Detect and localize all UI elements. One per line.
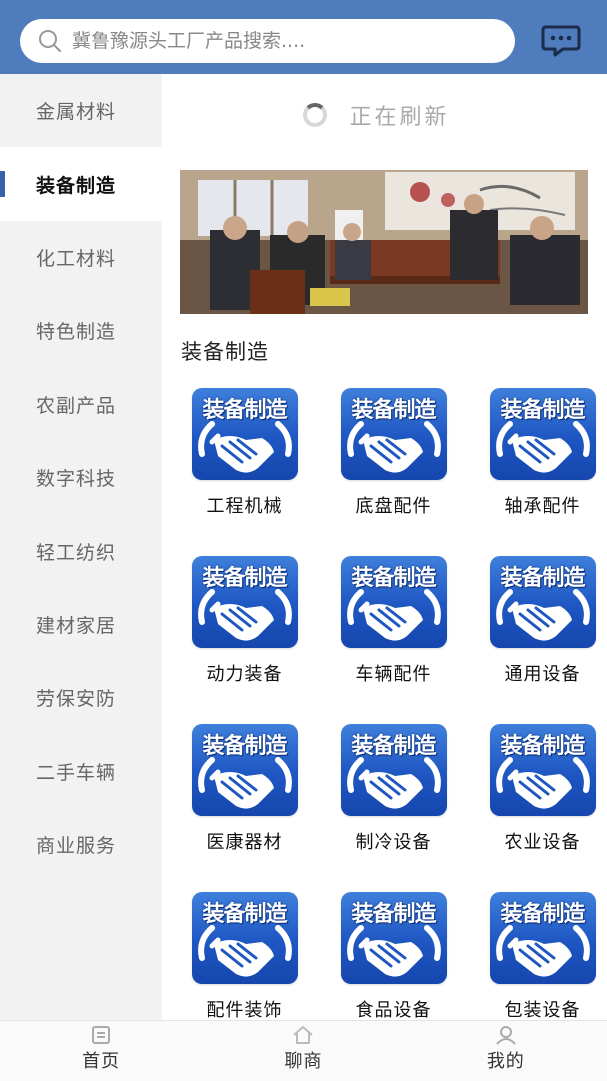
category-label: 动力装备	[206, 664, 283, 685]
handshake-graphic	[341, 756, 447, 816]
chat-bubble-icon	[541, 25, 581, 57]
handshake-graphic	[490, 588, 596, 648]
category-item[interactable]: 装备制造 动力装备	[170, 556, 319, 686]
home-page-icon	[92, 1026, 111, 1044]
refresh-text: 正在刷新	[349, 105, 450, 130]
category-item[interactable]: 装备制造 工程机械	[170, 388, 319, 518]
nav-chat-label: 聊商	[284, 1051, 323, 1072]
sidebar-item[interactable]: 数字科技	[0, 441, 162, 514]
handshake-graphic	[490, 756, 596, 816]
category-item[interactable]: 装备制造 制冷设备	[319, 724, 468, 854]
handshake-icon: 装备制造	[340, 724, 447, 816]
handshake-graphic	[192, 756, 298, 816]
handshake-icon: 装备制造	[340, 556, 447, 648]
handshake-icon: 装备制造	[340, 892, 447, 984]
bottom-nav: 首页 聊商 我的	[0, 1020, 607, 1081]
handshake-graphic	[341, 924, 447, 984]
section-title: 装备制造	[181, 340, 269, 364]
handshake-icon: 装备制造	[489, 724, 596, 816]
category-label: 底盘配件	[355, 496, 432, 517]
handshake-icon: 装备制造	[340, 388, 447, 480]
sidebar-item-label: 特色制造	[36, 321, 117, 344]
sidebar-item[interactable]: 劳保安防	[0, 661, 162, 734]
category-item[interactable]: 装备制造 食品设备	[319, 892, 468, 1022]
category-item[interactable]: 装备制造 底盘配件	[319, 388, 468, 518]
category-label: 医康器材	[206, 832, 283, 853]
nav-chat[interactable]: 聊商	[202, 1021, 404, 1081]
handshake-graphic	[341, 588, 447, 648]
search-bar[interactable]	[20, 19, 515, 63]
sidebar-item[interactable]: 商业服务	[0, 808, 162, 881]
handshake-icon: 装备制造	[489, 388, 596, 480]
loading-spinner-icon	[303, 103, 328, 127]
category-item[interactable]: 装备制造 车辆配件	[319, 556, 468, 686]
category-label: 农业设备	[504, 832, 581, 853]
handshake-graphic	[192, 420, 298, 480]
sidebar-item[interactable]: 特色制造	[0, 294, 162, 367]
sidebar-item-label: 二手车辆	[36, 761, 117, 784]
sidebar-item[interactable]: 化工材料	[0, 221, 162, 294]
sidebar-item-label: 轻工纺织	[36, 541, 117, 564]
category-item[interactable]: 装备制造 包装设备	[468, 892, 607, 1022]
sidebar-item-label: 化工材料	[36, 247, 117, 270]
nav-home[interactable]: 首页	[0, 1021, 202, 1081]
sidebar-item-label: 金属材料	[36, 101, 117, 124]
sidebar-item-label: 商业服务	[36, 835, 117, 858]
category-label: 通用设备	[504, 664, 581, 685]
sidebar-item-label: 劳保安防	[36, 688, 117, 711]
sidebar-item[interactable]: 装备制造	[0, 147, 162, 221]
search-input[interactable]	[72, 21, 515, 61]
handshake-icon: 装备制造	[191, 388, 298, 480]
sidebar-item[interactable]: 轻工纺织	[0, 514, 162, 587]
handshake-graphic	[490, 924, 596, 984]
handshake-icon: 装备制造	[191, 892, 298, 984]
sidebar-item[interactable]: 建材家居	[0, 588, 162, 661]
category-label: 车辆配件	[355, 664, 432, 685]
category-item[interactable]: 装备制造 医康器材	[170, 724, 319, 854]
handshake-icon: 装备制造	[191, 724, 298, 816]
handshake-icon: 装备制造	[489, 556, 596, 648]
category-label: 工程机械	[206, 496, 283, 517]
sidebar-item-label: 数字科技	[36, 468, 117, 491]
handshake-graphic	[192, 588, 298, 648]
message-button[interactable]	[540, 23, 582, 59]
user-icon	[496, 1026, 516, 1045]
category-label: 制冷设备	[355, 832, 432, 853]
handshake-icon: 装备制造	[191, 556, 298, 648]
search-icon	[39, 30, 61, 52]
category-label: 轴承配件	[504, 496, 581, 517]
sidebar-item-label: 农副产品	[36, 394, 117, 417]
category-label: 食品设备	[355, 1000, 432, 1021]
category-item[interactable]: 装备制造 轴承配件	[468, 388, 607, 518]
sidebar-item[interactable]: 农副产品	[0, 368, 162, 441]
category-item[interactable]: 装备制造 配件装饰	[170, 892, 319, 1022]
category-grid: 装备制造 工程机械 装备制造 底盘配件 装备制造 轴承配件 装备制造 动力装备 装备制造 车辆配件…	[170, 388, 607, 1022]
house-icon	[293, 1026, 314, 1044]
category-item[interactable]: 装备制造 通用设备	[468, 556, 607, 686]
nav-mine[interactable]: 我的	[405, 1021, 607, 1081]
handshake-graphic	[490, 420, 596, 480]
category-sidebar: 金属材料装备制造化工材料特色制造农副产品数字科技轻工纺织建材家居劳保安防二手车辆…	[0, 74, 162, 1020]
sidebar-item-label: 建材家居	[36, 614, 117, 637]
top-bar	[0, 0, 607, 74]
category-item[interactable]: 装备制造 农业设备	[468, 724, 607, 854]
category-label: 配件装饰	[206, 1000, 283, 1021]
sidebar-item[interactable]: 二手车辆	[0, 735, 162, 808]
sidebar-item-label: 装备制造	[36, 174, 117, 197]
sidebar-item[interactable]: 金属材料	[0, 74, 162, 147]
banner-image[interactable]	[180, 170, 588, 314]
handshake-graphic	[192, 924, 298, 984]
refresh-indicator: 正在刷新	[162, 90, 607, 140]
handshake-icon: 装备制造	[489, 892, 596, 984]
nav-mine-label: 我的	[486, 1051, 525, 1072]
category-label: 包装设备	[504, 1000, 581, 1021]
handshake-graphic	[341, 420, 447, 480]
nav-home-label: 首页	[82, 1051, 121, 1072]
